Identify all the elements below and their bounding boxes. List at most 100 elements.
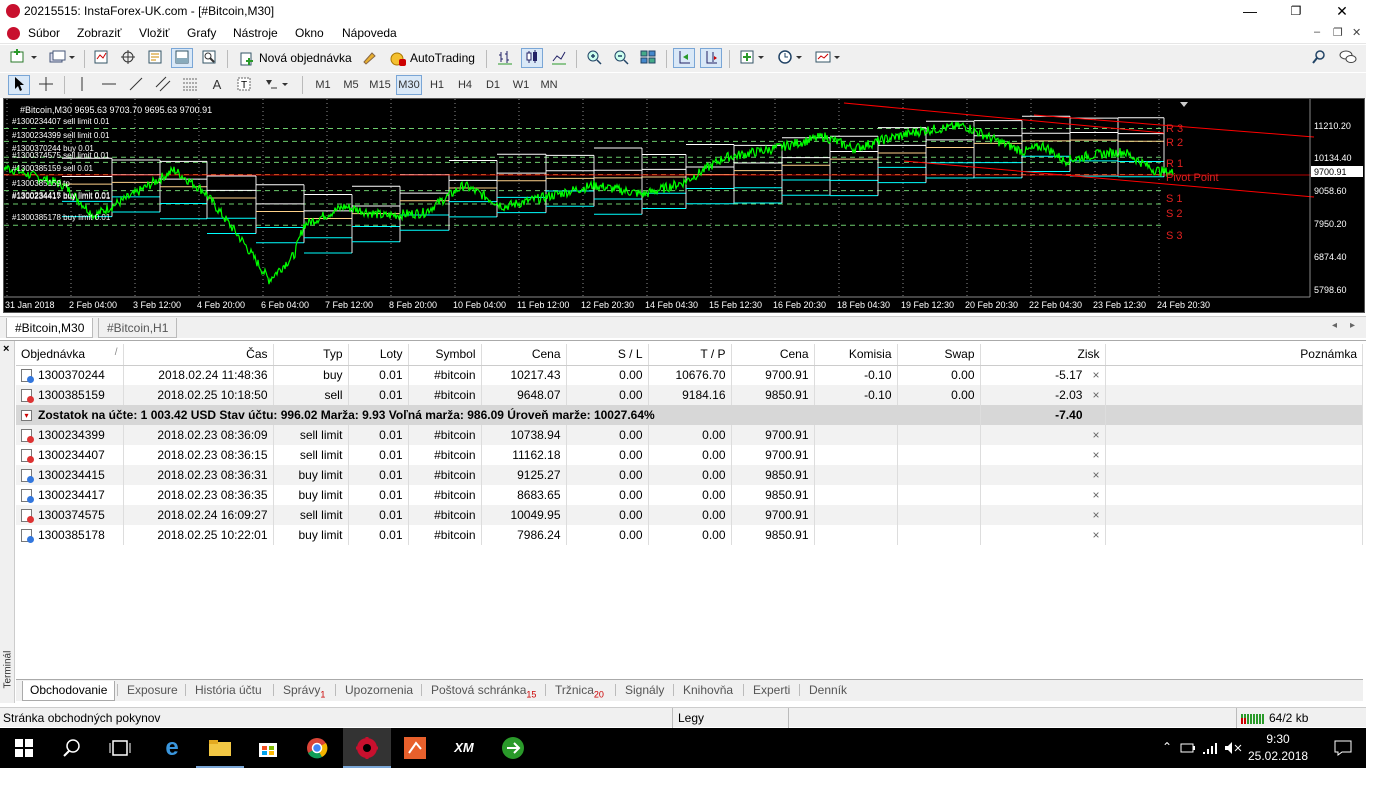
col-header-2[interactable]: Typ: [273, 344, 349, 366]
close-order-icon[interactable]: ×: [1092, 448, 1099, 462]
order-row[interactable]: 1300234407 2018.02.23 08:36:15 sell limit 0…: [16, 445, 1363, 465]
terminal-toggle-icon[interactable]: [171, 48, 193, 68]
order-row[interactable]: 1300370244 2018.02.24 11:48:36 buy 0.01 #bit…: [16, 365, 1363, 385]
store-icon[interactable]: [244, 728, 292, 768]
horizontal-line-icon[interactable]: [98, 75, 120, 95]
terminal-tab-10[interactable]: Denník: [802, 681, 854, 701]
fibonacci-icon[interactable]: [179, 75, 201, 95]
col-header-10[interactable]: Swap: [897, 344, 981, 366]
close-order-icon[interactable]: ×: [1092, 528, 1099, 542]
terminal-tab-1[interactable]: Exposure: [120, 681, 185, 701]
mdi-minimize-icon[interactable]: –: [1314, 26, 1320, 38]
minimize-button[interactable]: —: [1227, 0, 1273, 23]
tile-windows-icon[interactable]: [637, 48, 659, 68]
crosshair-icon[interactable]: [35, 75, 57, 95]
metaeditor-icon[interactable]: [358, 48, 380, 68]
new-chart-icon[interactable]: [6, 48, 42, 68]
app-green-icon[interactable]: [489, 728, 537, 768]
autotrading-button[interactable]: AutoTrading: [385, 48, 481, 68]
order-row[interactable]: 1300385178 2018.02.25 10:22:01 buy limit 0.…: [16, 525, 1363, 545]
file-explorer-icon[interactable]: [196, 728, 244, 768]
chart-tab-bitcoin-m30[interactable]: #Bitcoin,M30: [6, 318, 94, 338]
terminal-tab-6[interactable]: Tržnica20: [548, 681, 611, 701]
navigator-icon[interactable]: [144, 48, 166, 68]
menu-file[interactable]: Súbor: [28, 26, 60, 40]
col-header-7[interactable]: T / P: [648, 344, 732, 366]
period-mn[interactable]: MN: [536, 75, 562, 95]
vertical-line-icon[interactable]: [71, 75, 93, 95]
period-h4[interactable]: H4: [452, 75, 478, 95]
terminal-tab-3[interactable]: Správy1: [276, 681, 332, 701]
col-header-5[interactable]: Cena: [481, 344, 567, 366]
period-d1[interactable]: D1: [480, 75, 506, 95]
menu-charts[interactable]: Grafy: [187, 26, 216, 40]
period-h1[interactable]: H1: [424, 75, 450, 95]
chrome-icon[interactable]: [293, 728, 341, 768]
terminal-tab-0[interactable]: Obchodovanie: [22, 681, 116, 701]
terminal-tab-9[interactable]: Experti: [746, 681, 797, 701]
data-window-icon[interactable]: [117, 48, 139, 68]
price-chart[interactable]: #Bitcoin,M30 9695.63 9703.70 9695.63 970…: [3, 98, 1365, 313]
terminal-close-icon[interactable]: ×: [3, 343, 9, 355]
period-m5[interactable]: M5: [338, 75, 364, 95]
terminal-tab-5[interactable]: Poštová schránka15: [424, 681, 543, 701]
profiles-icon[interactable]: [46, 48, 78, 68]
search-taskbar-icon[interactable]: [48, 728, 96, 768]
trendline-icon[interactable]: [125, 75, 147, 95]
edge-icon[interactable]: e: [148, 728, 196, 768]
text-tool-icon[interactable]: A: [206, 75, 228, 95]
cursor-icon[interactable]: [8, 75, 30, 95]
text-label-icon[interactable]: T: [233, 75, 255, 95]
tab-scroll-right-icon[interactable]: ▸: [1350, 320, 1355, 331]
clock-time[interactable]: 9:30: [1248, 732, 1308, 746]
maximize-button[interactable]: ❐: [1273, 0, 1319, 23]
period-m1[interactable]: M1: [310, 75, 336, 95]
tab-scroll-left-icon[interactable]: ◂: [1332, 320, 1337, 331]
order-row[interactable]: 1300234415 2018.02.23 08:36:31 buy limit 0.…: [16, 465, 1363, 485]
col-header-8[interactable]: Cena: [731, 344, 815, 366]
col-header-12[interactable]: Poznámka: [1105, 344, 1363, 366]
market-watch-icon[interactable]: [90, 48, 112, 68]
battery-icon[interactable]: [1180, 742, 1196, 754]
order-row[interactable]: 1300234399 2018.02.23 08:36:09 sell limit 0…: [16, 425, 1363, 445]
mdi-close-icon[interactable]: ✕: [1352, 26, 1361, 39]
periods-icon[interactable]: [774, 48, 808, 68]
close-order-icon[interactable]: ×: [1092, 388, 1099, 402]
close-order-icon[interactable]: ×: [1092, 368, 1099, 382]
mdi-restore-icon[interactable]: ❐: [1333, 26, 1343, 39]
col-header-6[interactable]: S / L: [566, 344, 649, 366]
menu-window[interactable]: Okno: [295, 26, 324, 40]
xm-icon[interactable]: XM: [440, 728, 488, 768]
equidistant-channel-icon[interactable]: [152, 75, 174, 95]
app-orange-icon[interactable]: [391, 728, 439, 768]
zoom-out-icon[interactable]: [610, 48, 632, 68]
close-order-icon[interactable]: ×: [1092, 428, 1099, 442]
close-order-icon[interactable]: ×: [1092, 508, 1099, 522]
terminal-tab-4[interactable]: Upozornenia: [338, 681, 420, 701]
period-w1[interactable]: W1: [508, 75, 534, 95]
network-icon[interactable]: [1202, 741, 1218, 755]
chat-icon[interactable]: [1336, 48, 1360, 68]
instaforex-terminal-icon[interactable]: [343, 728, 391, 768]
col-header-1[interactable]: Čas: [123, 344, 274, 366]
menu-insert[interactable]: Vložiť: [139, 26, 170, 40]
menu-view[interactable]: Zobraziť: [77, 26, 122, 40]
col-header-9[interactable]: Komisia: [814, 344, 898, 366]
close-order-icon[interactable]: ×: [1092, 468, 1099, 482]
period-m30[interactable]: M30: [396, 75, 422, 95]
new-order-button[interactable]: Nová objednávka: [235, 48, 355, 68]
close-button[interactable]: ✕: [1319, 0, 1365, 23]
task-view-icon[interactable]: [96, 728, 144, 768]
col-header-4[interactable]: Symbol: [408, 344, 482, 366]
start-icon[interactable]: [0, 728, 48, 768]
col-header-3[interactable]: Loty: [348, 344, 409, 366]
col-header-11[interactable]: Zisk: [980, 344, 1106, 366]
strategy-tester-icon[interactable]: [198, 48, 220, 68]
order-row[interactable]: 1300374575 2018.02.24 16:09:27 sell limit 0…: [16, 505, 1363, 525]
search-icon[interactable]: [1308, 48, 1330, 68]
terminal-tab-2[interactable]: História účtu: [188, 681, 269, 701]
menu-tools[interactable]: Nástroje: [233, 26, 278, 40]
bar-chart-icon[interactable]: [494, 48, 516, 68]
line-chart-icon[interactable]: [548, 48, 570, 68]
chart-tab-bitcoin-h1[interactable]: #Bitcoin,H1: [98, 318, 178, 338]
